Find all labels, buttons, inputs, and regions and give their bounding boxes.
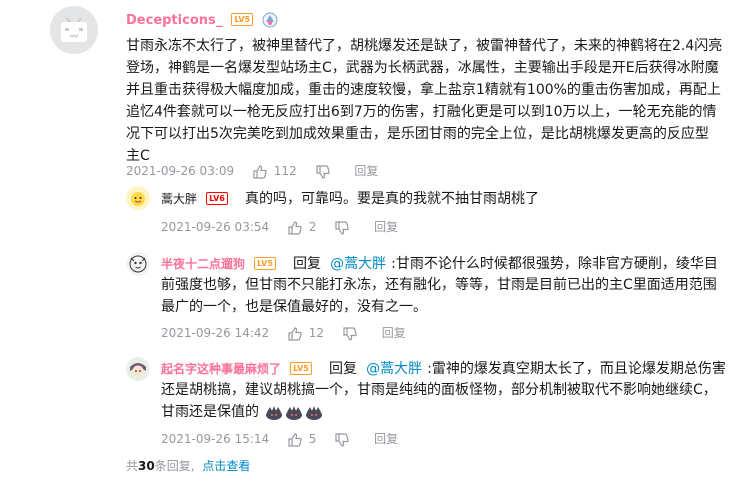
emote-icon xyxy=(266,406,283,420)
reply-line: 最广的一个，也是保值最好的，没有之一。 xyxy=(161,299,427,315)
level-badge: LV5 xyxy=(254,257,276,270)
reply-row: 蒿大胖 LV6 真的吗，可靠吗。要是真的我就不抽甘雨胡桃了 xyxy=(161,188,539,210)
reply-text: :雷神的爆发真空期太长了，而且论爆发期总伤害 xyxy=(427,361,726,377)
view-replies-link[interactable]: 点击查看 xyxy=(202,459,250,473)
reply-meta: 2021-09-26 03:54 2 回复 xyxy=(161,218,398,236)
username[interactable]: Decepticons_ xyxy=(126,13,222,28)
avatar-image xyxy=(126,252,150,276)
reply-text: 真的吗，可靠吗。要是真的我就不抽甘雨胡桃了 xyxy=(244,191,539,207)
comment-line: 况下可以打出5次完美吃到加成效果重击，是乐团甘雨的完全上位，是比胡桃爆发更高的反… xyxy=(126,126,709,142)
thumbs-down-icon xyxy=(343,326,357,341)
reply-line: 还是胡桃搞，建议胡桃搞一个，甘雨是纯纯的面板怪物，部分机制被取代不影响她继续C， xyxy=(161,382,717,398)
reply-text: :甘雨不论什么时候都很强势，除非官方硬削，绫华目 xyxy=(391,256,718,272)
reply-username[interactable]: 半夜十二点遛狗 xyxy=(161,257,245,271)
reply-prefix: 回复 xyxy=(328,361,357,377)
avatar-image xyxy=(126,186,150,210)
reply-row: 起名字这种事最麻烦了 LV5 回复 @蒿大胖 :雷神的爆发真空期太长了，而且论爆… xyxy=(161,358,726,380)
reply-line: 甘雨还是保值的 xyxy=(161,404,259,420)
reply-text-continued: 还是胡桃搞，建议胡桃搞一个，甘雨是纯纯的面板怪物，部分机制被取代不影响她继续C，… xyxy=(161,379,731,423)
like-count: 12 xyxy=(308,326,325,340)
user-avatar[interactable] xyxy=(50,6,98,54)
level-badge: LV5 xyxy=(231,13,254,26)
reply-button[interactable]: 回复 xyxy=(354,162,378,179)
dislike-button[interactable] xyxy=(334,220,350,236)
total-suffix: 条回复, xyxy=(154,459,195,473)
reply-avatar[interactable] xyxy=(126,252,150,276)
timestamp: 2021-09-26 03:54 xyxy=(161,220,270,234)
reply-avatar[interactable] xyxy=(126,186,150,210)
reply-username[interactable]: 起名字这种事最麻烦了 xyxy=(161,362,281,376)
thumbs-down-icon xyxy=(335,432,349,447)
fan-medal-icon xyxy=(262,12,278,27)
dislike-button[interactable] xyxy=(315,164,331,180)
comment-line: 并且重击获得极大幅度加成，重击的速度较慢，拿上盐京1精就有100%的重击伤害加成… xyxy=(126,82,721,98)
avatar-image xyxy=(126,357,150,381)
timestamp: 2021-09-26 15:14 xyxy=(161,432,270,446)
like-count: 2 xyxy=(308,220,317,234)
reply-button[interactable]: 回复 xyxy=(382,324,406,341)
like-button[interactable]: 12 xyxy=(287,326,324,342)
like-button[interactable]: 112 xyxy=(252,164,297,180)
thumbs-up-icon xyxy=(288,326,302,341)
reply-row: 半夜十二点遛狗 LV5 回复 @蒿大胖 :甘雨不论什么时候都很强势，除非官方硬削… xyxy=(161,253,718,275)
comment-header: Decepticons_ LV5 xyxy=(126,9,279,28)
reply-button[interactable]: 回复 xyxy=(374,218,398,235)
reply-avatar[interactable] xyxy=(126,357,150,381)
like-count: 112 xyxy=(273,164,297,178)
thumbs-up-icon xyxy=(253,164,267,179)
comment-line: 登场，神鹤是一名爆发型站场主C，武器为长柄武器，冰属性，主要输出手段是开E后获得… xyxy=(126,60,719,76)
reply-username[interactable]: 蒿大胖 xyxy=(161,192,197,206)
reply-text-continued: 前强度也够，但甘雨不只能打永冻，还有融化，等等，甘雨是目前已出的主C里面适用范围… xyxy=(161,274,731,318)
like-button[interactable]: 2 xyxy=(287,220,316,236)
thumbs-down-icon xyxy=(335,220,349,235)
thumbs-up-icon xyxy=(288,220,302,235)
comment-text: 甘雨永冻不太行了，被神里替代了，胡桃爆发还是缺了，被雷神替代了，未来的神鹤将在2… xyxy=(126,35,726,167)
reply-meta: 2021-09-26 15:14 5 回复 xyxy=(161,430,398,448)
level-badge: LV6 xyxy=(206,192,228,205)
dislike-button[interactable] xyxy=(334,432,350,448)
comment-meta: 2021-09-26 03:09 112 回复 xyxy=(126,162,378,180)
level-badge: LV5 xyxy=(290,362,312,375)
emote-icon xyxy=(306,406,323,420)
total-prefix: 共 xyxy=(126,459,139,473)
like-count: 5 xyxy=(308,432,317,446)
emote-icons xyxy=(266,406,323,420)
mention-link[interactable]: @蒿大胖 xyxy=(330,256,386,272)
reply-meta: 2021-09-26 14:42 12 回复 xyxy=(161,324,406,342)
reply-button[interactable]: 回复 xyxy=(374,430,398,447)
total-count: 30 xyxy=(138,459,155,473)
mention-link[interactable]: @蒿大胖 xyxy=(366,361,422,377)
reply-summary: 共30条回复, 点击查看 xyxy=(126,457,250,474)
comment-line: 追忆4件套就可以一枪无反应打出6到7万的伤害，打融化更是可以到10万以上，一轮无… xyxy=(126,104,717,120)
emote-icon xyxy=(286,406,303,420)
comment-line: 甘雨永冻不太行了，被神里替代了，胡桃爆发还是缺了，被雷神替代了，未来的神鹤将在2… xyxy=(126,38,723,54)
tv-mascot-icon xyxy=(50,6,98,54)
reply-prefix: 回复 xyxy=(292,256,321,272)
like-button[interactable]: 5 xyxy=(287,432,316,448)
dislike-button[interactable] xyxy=(342,326,358,342)
thumbs-down-icon xyxy=(315,164,330,179)
timestamp: 2021-09-26 03:09 xyxy=(126,164,235,178)
reply-line-with-emotes: 甘雨还是保值的 xyxy=(161,401,731,423)
reply-line: 前强度也够，但甘雨不只能打永冻，还有融化，等等，甘雨是目前已出的主C里面适用范围 xyxy=(161,277,717,293)
thumbs-up-icon xyxy=(288,432,302,447)
timestamp: 2021-09-26 14:42 xyxy=(161,326,270,340)
